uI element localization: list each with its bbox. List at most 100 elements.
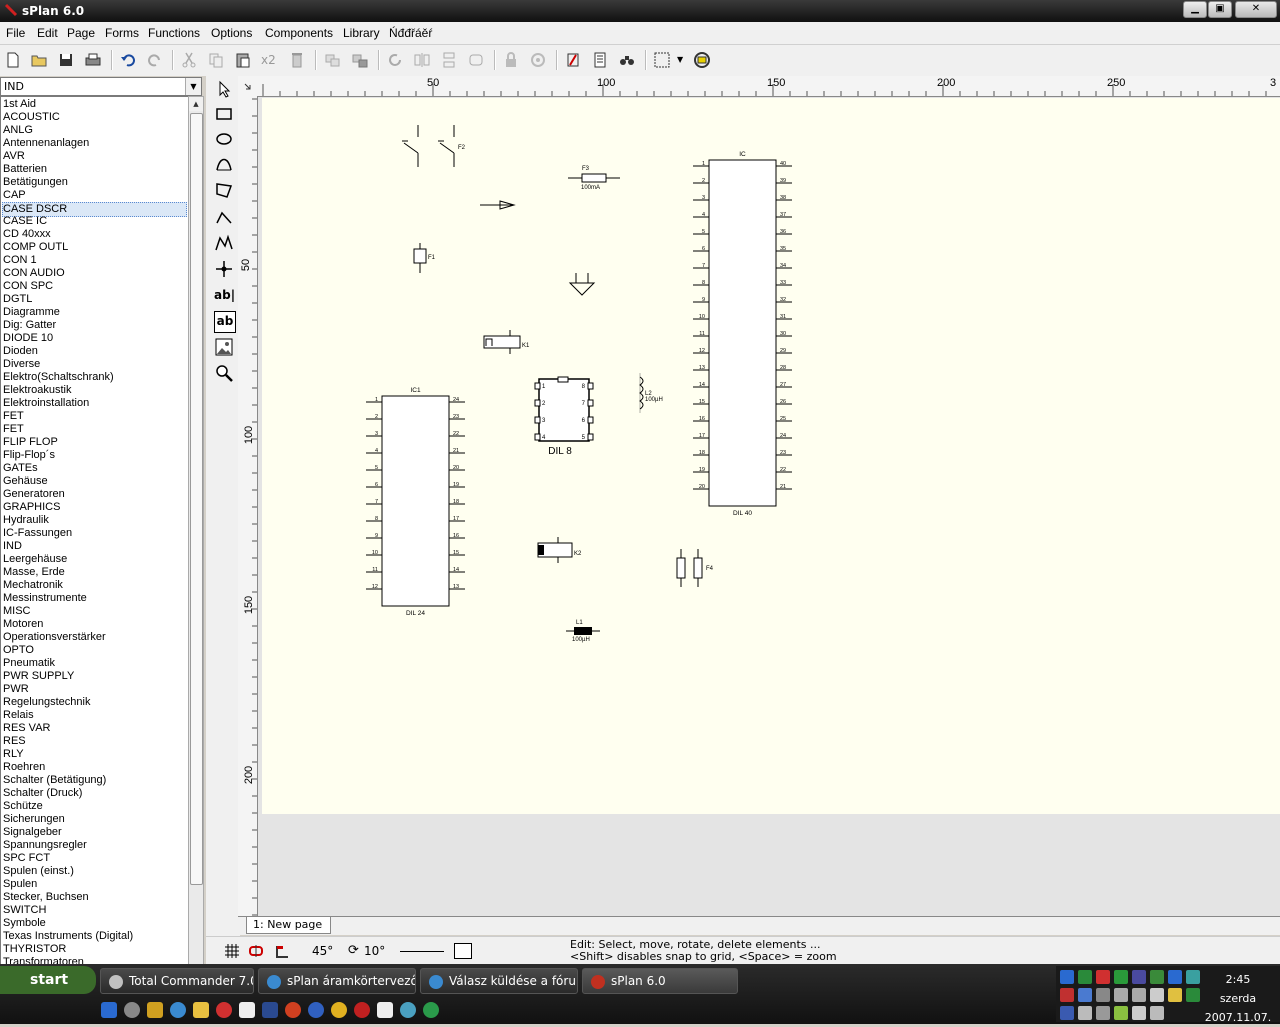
tray-app-icon[interactable] [1114, 970, 1128, 984]
tray-app-icon[interactable] [1060, 970, 1074, 984]
undo-icon[interactable] [119, 51, 137, 69]
ellipse-tool-icon[interactable] [214, 129, 234, 149]
library-list-item[interactable]: MISC [3, 605, 31, 618]
tray-app-icon[interactable] [1132, 1006, 1146, 1020]
quicklaunch-show-desktop-icon[interactable] [101, 1002, 117, 1018]
library-list-item[interactable]: Betätigungen [3, 176, 68, 189]
angle-icon[interactable] [274, 943, 290, 962]
library-list-item[interactable]: Hydraulik [3, 514, 49, 527]
print-icon[interactable] [84, 51, 102, 69]
new-file-icon[interactable] [4, 51, 22, 69]
tab-new-page[interactable]: 1: New page [246, 917, 332, 934]
menu-options[interactable]: Options [211, 26, 252, 40]
task-splan-forum[interactable]: sPlan áramkörtervező... [258, 968, 416, 994]
library-list-item[interactable]: Antennenanlagen [3, 137, 89, 150]
maximize-button[interactable]: ▣ [1208, 1, 1232, 18]
mirror-vertical-icon[interactable] [440, 51, 458, 69]
parts-list-icon[interactable] [591, 51, 609, 69]
quicklaunch-nero-icon[interactable] [331, 1002, 347, 1018]
tray-app-icon[interactable] [1168, 970, 1182, 984]
library-list-item[interactable]: Leergehäuse [3, 553, 67, 566]
library-list-item[interactable]: IND [3, 540, 22, 553]
rotate-step-icon[interactable]: ⟳ [348, 943, 359, 958]
library-list-item[interactable]: OPTO [3, 644, 34, 657]
tray-app-icon[interactable] [1060, 1006, 1074, 1020]
library-selector[interactable]: IND ▼ [0, 77, 202, 96]
library-list-item[interactable]: Batterien [3, 163, 47, 176]
mirror-horizontal-icon[interactable] [413, 51, 431, 69]
library-list-item[interactable]: AVR [3, 150, 25, 163]
library-list-item[interactable]: Masse, Erde [3, 566, 65, 579]
textbox-tool-icon[interactable]: ab [214, 311, 236, 333]
library-list-item[interactable]: FET [3, 410, 24, 423]
library-list-item[interactable]: PWR SUPPLY [3, 670, 74, 683]
library-list-item[interactable]: CON SPC [3, 280, 53, 293]
library-list-item[interactable]: ANLG [3, 124, 33, 137]
library-list-item[interactable]: Elektroakustik [3, 384, 71, 397]
library-list-item[interactable]: Pneumatik [3, 657, 55, 670]
polyline-tool-icon[interactable] [214, 233, 234, 253]
library-list-item[interactable]: RES VAR [3, 722, 50, 735]
library-list-item[interactable]: CAP [3, 189, 26, 202]
library-list-item[interactable]: ACOUSTIC [3, 111, 60, 124]
menu-functions[interactable]: Functions [148, 26, 200, 40]
bezier-tool-icon[interactable] [214, 154, 234, 174]
delete-icon[interactable] [288, 51, 306, 69]
library-list-item[interactable]: Dioden [3, 345, 38, 358]
library-list-item[interactable]: GATEs [3, 462, 38, 475]
quicklaunch-document-icon[interactable] [377, 1002, 393, 1018]
quicklaunch-utorrent-icon[interactable] [423, 1002, 439, 1018]
grid-dropdown-icon[interactable]: ▼ [677, 51, 687, 69]
library-list-item[interactable]: 1st Aid [3, 98, 36, 111]
start-button[interactable]: start [0, 966, 96, 994]
library-list-item[interactable]: DIODE 10 [3, 332, 53, 345]
task-total-commander[interactable]: Total Commander 7.0 [100, 968, 254, 994]
rotate-icon[interactable] [386, 51, 404, 69]
menu-library[interactable]: Library [343, 26, 380, 40]
scroll-thumb[interactable] [190, 113, 203, 885]
tray-app-icon[interactable] [1150, 1006, 1164, 1020]
pointer-icon[interactable] [214, 79, 234, 99]
library-list-item[interactable]: Roehren [3, 761, 45, 774]
library-list-item[interactable]: PWR [3, 683, 29, 696]
library-list-item[interactable]: Operationsverstärker [3, 631, 106, 644]
quicklaunch-globe-icon[interactable] [400, 1002, 416, 1018]
copy-icon[interactable] [207, 51, 225, 69]
tray-app-icon[interactable] [1096, 988, 1110, 1002]
unlock-icon[interactable] [529, 51, 547, 69]
library-list-item[interactable]: RES [3, 735, 26, 748]
tray-app-icon[interactable] [1186, 970, 1200, 984]
quicklaunch-record-icon[interactable] [354, 1002, 370, 1018]
minimize-button[interactable]: ▁ [1183, 1, 1207, 18]
tray-app-icon[interactable] [1186, 988, 1200, 1002]
quicklaunch-7zip-icon[interactable] [147, 1002, 163, 1018]
group-icon[interactable] [324, 51, 342, 69]
close-button[interactable]: ✕ [1235, 1, 1277, 18]
library-list-item[interactable]: Schalter (Betätigung) [3, 774, 106, 787]
grid-icon[interactable] [653, 51, 671, 69]
ungroup-icon[interactable] [351, 51, 369, 69]
tray-app-icon[interactable] [1132, 970, 1146, 984]
image-tool-icon[interactable] [214, 337, 234, 357]
tray-app-icon[interactable] [1078, 1006, 1092, 1020]
menu-edit[interactable]: Edit [37, 26, 58, 40]
library-list-item[interactable]: Messinstrumente [3, 592, 87, 605]
task-forum-reply[interactable]: Válasz küldése a fóru... [420, 968, 578, 994]
library-list-item[interactable]: THYRISTOR [3, 943, 66, 956]
menu-file[interactable]: File [6, 26, 25, 40]
library-list-item[interactable]: CD 40xxx [3, 228, 51, 241]
library-list-item[interactable]: Diverse [3, 358, 40, 371]
quicklaunch-acrobat-icon[interactable] [216, 1002, 232, 1018]
library-list-item[interactable]: Stecker, Buchsen [3, 891, 89, 904]
polygon-tool-icon[interactable] [214, 180, 234, 200]
library-list-item[interactable]: CON 1 [3, 254, 37, 267]
tray-app-icon[interactable] [1060, 988, 1074, 1002]
library-list-item[interactable]: Motoren [3, 618, 43, 631]
tray-app-icon[interactable] [1078, 988, 1092, 1002]
library-list-item[interactable]: GRAPHICS [3, 501, 60, 514]
ruler-corner[interactable] [238, 76, 257, 96]
library-list-item[interactable]: COMP OUTL [3, 241, 68, 254]
tray-app-icon[interactable] [1150, 988, 1164, 1002]
library-list-item[interactable]: FLIP FLOP [3, 436, 58, 449]
library-list-item[interactable]: CON AUDIO [3, 267, 65, 280]
